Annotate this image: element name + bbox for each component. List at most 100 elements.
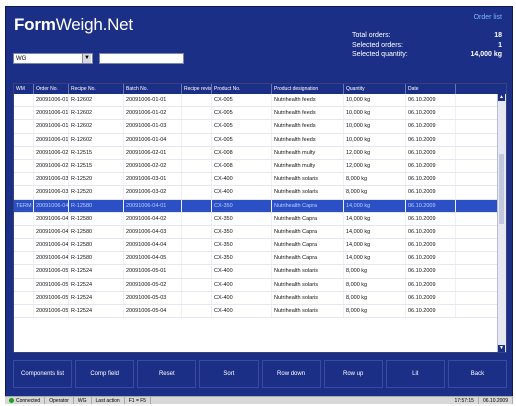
cell-date: 06.10.2009 [406, 146, 456, 159]
cell-order-no: 20091006-04 [34, 212, 69, 225]
cell-product-no: CX-400 [212, 305, 272, 318]
table-row[interactable]: 20091006-02 R-12515 20091006-02-02 CX-008 Nu… [14, 159, 506, 174]
table-row[interactable]: 20091006-03 R-12520 20091006-03-02 CX-400 Nu… [14, 186, 506, 200]
cell-recipe-revision [182, 212, 212, 225]
cell-quantity: 14,000 kg [344, 199, 406, 212]
cell-product-designation: Nutrihealth feeds [272, 94, 344, 107]
col-header-date[interactable]: Date [406, 84, 456, 94]
cell-date: 06.10.2009 [406, 252, 456, 265]
table-body: 20091006-01 R-12602 20091006-01-01 CX-005 Nu… [14, 94, 506, 319]
row-up-button[interactable]: Row up [323, 360, 383, 388]
cell-date: 06.10.2009 [406, 186, 456, 199]
cell-date: 06.10.2009 [406, 199, 456, 212]
cell-quantity: 8,000 kg [344, 173, 406, 186]
cell-wm [14, 94, 34, 107]
cell-order-no: 20091006-01 [34, 120, 69, 133]
cell-date: 06.10.2009 [406, 159, 456, 173]
table-row[interactable]: 20091006-05 R-12524 20091006-05-02 CX-400 Nu… [14, 278, 506, 292]
table-row[interactable]: 20091006-02 R-12515 20091006-02-01 CX-008 Nu… [14, 146, 506, 160]
scroll-down-icon[interactable]: ▼ [498, 345, 505, 352]
col-header-recipe-no[interactable]: Recipe No. [69, 84, 124, 94]
cell-batch-no: 20091006-01-03 [124, 120, 182, 133]
table-row[interactable]: 20091006-03 R-12520 20091006-03-01 CX-400 Nu… [14, 173, 506, 187]
comp-field-button[interactable]: Comp field [75, 360, 135, 388]
cell-order-no: 20091006-04 [34, 239, 69, 252]
cell-product-designation: Nutrihealth Capra [272, 252, 344, 265]
connection-led-icon [9, 398, 14, 404]
cell-quantity: 10,000 kg [344, 94, 406, 107]
cell-product-no: CX-350 [212, 199, 272, 212]
components-list-button[interactable]: Components list [13, 360, 73, 388]
cell-recipe-no: R-12524 [69, 305, 124, 318]
cell-order-no: 20091006-05 [34, 291, 69, 304]
cell-product-designation: Nutrihealth feeds [272, 120, 344, 133]
app-window: FormWeigh.Net Order list Total orders: 1… [5, 6, 513, 403]
table-row[interactable]: 20091006-01 R-12602 20091006-01-04 CX-005 Nu… [14, 133, 506, 147]
cell-recipe-revision [182, 291, 212, 304]
cell-product-no: CX-400 [212, 186, 272, 199]
cell-batch-no: 20091006-01-04 [124, 133, 182, 146]
cell-date: 06.10.2009 [406, 173, 456, 186]
col-header-quantity[interactable]: Quantity [344, 84, 406, 94]
table-row[interactable]: 20091006-01 R-12602 20091006-01-02 CX-005 Nu… [14, 107, 506, 121]
cell-wm [14, 173, 34, 186]
scope-select[interactable]: WG ▼ [13, 53, 93, 64]
table-row[interactable]: 20091006-04 R-12580 20091006-04-05 CX-350 Nu… [14, 252, 506, 266]
cell-product-no: CX-005 [212, 120, 272, 133]
col-header-recipe-revision[interactable]: Recipe revision [182, 84, 212, 94]
cell-recipe-revision [182, 120, 212, 133]
cell-batch-no: 20091006-02-01 [124, 146, 182, 159]
row-down-button[interactable]: Row down [261, 360, 321, 388]
cell-recipe-no: R-12520 [69, 173, 124, 186]
table-row[interactable]: 20091006-05 R-12524 20091006-05-03 CX-400 Nu… [14, 291, 506, 305]
table-row[interactable]: TERM 20091006-04 R-12580 20091006-04-01 CX-3… [14, 199, 506, 213]
cell-recipe-revision [182, 186, 212, 199]
chevron-down-icon[interactable]: ▼ [82, 54, 91, 63]
table-row[interactable]: 20091006-01 R-12602 20091006-01-01 CX-005 Nu… [14, 94, 506, 108]
cell-order-no: 20091006-01 [34, 107, 69, 120]
cell-product-designation: Nutrihealth solaris [272, 186, 344, 199]
table-row[interactable]: 20091006-01 R-12602 20091006-01-03 CX-005 Nu… [14, 120, 506, 134]
cell-product-no: CX-005 [212, 133, 272, 146]
scope-select-value: WG [16, 56, 27, 62]
cell-recipe-revision [182, 173, 212, 186]
col-header-batch-no[interactable]: Batch No. [124, 84, 182, 94]
vertical-scrollbar[interactable]: ▲ ▼ [497, 94, 506, 352]
table-row[interactable]: 20091006-04 R-12580 20091006-04-03 CX-350 Nu… [14, 225, 506, 240]
cell-batch-no: 20091006-05-04 [124, 305, 182, 318]
back-button[interactable]: Back [447, 360, 507, 388]
order-list-link[interactable]: Order list [474, 14, 502, 21]
table-row[interactable]: 20091006-04 R-12580 20091006-04-02 CX-350 Nu… [14, 212, 506, 226]
col-header-order-no[interactable]: Order No. [34, 84, 69, 94]
col-header-product-no[interactable]: Product No. [212, 84, 272, 94]
reset-button[interactable]: Reset [137, 360, 197, 388]
cell-recipe-no: R-12520 [69, 186, 124, 199]
lit-button[interactable]: Lit [385, 360, 445, 388]
table-row[interactable]: 20091006-04 R-12580 20091006-04-04 CX-350 Nu… [14, 239, 506, 253]
cell-wm: TERM [14, 199, 34, 212]
search-input[interactable] [99, 53, 184, 64]
scroll-thumb[interactable] [499, 154, 504, 224]
scroll-up-icon[interactable]: ▲ [498, 94, 505, 101]
cell-recipe-revision [182, 225, 212, 239]
sort-button[interactable]: Sort [199, 360, 259, 388]
cell-recipe-no: R-12580 [69, 252, 124, 265]
col-header-wm[interactable]: WM [14, 84, 34, 94]
cell-quantity: 8,000 kg [344, 186, 406, 199]
table-row[interactable]: 20091006-05 R-12524 20091006-05-01 CX-400 Nu… [14, 265, 506, 279]
cell-wm [14, 239, 34, 252]
cell-date: 06.10.2009 [406, 107, 456, 120]
cell-order-no: 20091006-04 [34, 225, 69, 239]
cell-date: 06.10.2009 [406, 291, 456, 304]
cell-recipe-no: R-12515 [69, 146, 124, 159]
cell-quantity: 10,000 kg [344, 120, 406, 133]
cell-product-designation: Nutrihealth solaris [272, 265, 344, 278]
stat-selected-orders: Selected orders: 1 [352, 42, 502, 52]
cell-wm [14, 133, 34, 146]
cell-recipe-no: R-12580 [69, 199, 124, 212]
cell-order-no: 20091006-05 [34, 265, 69, 278]
table-row[interactable]: 20091006-05 R-12524 20091006-05-04 CX-400 Nu… [14, 305, 506, 319]
cell-recipe-revision [182, 252, 212, 265]
cell-batch-no: 20091006-03-02 [124, 186, 182, 199]
col-header-product-designation[interactable]: Product designation [272, 84, 344, 94]
